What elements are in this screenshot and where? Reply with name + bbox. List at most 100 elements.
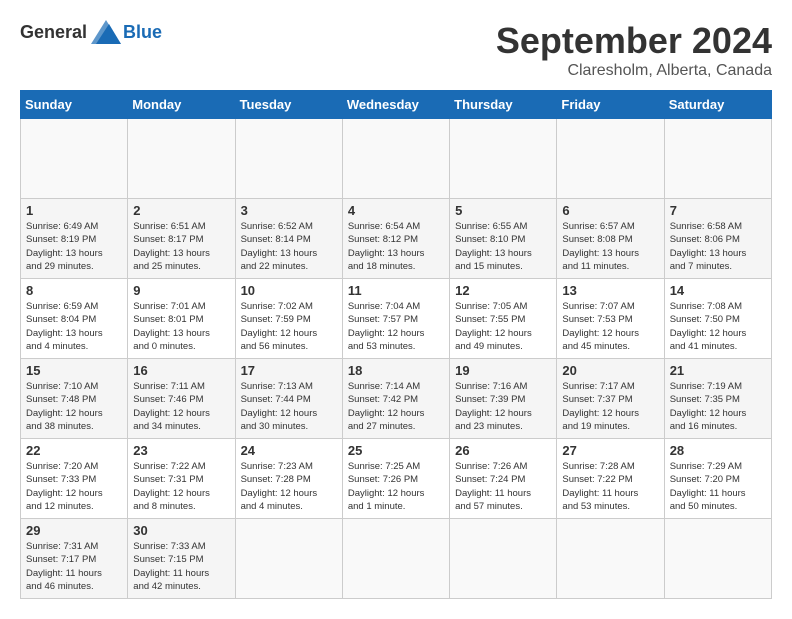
day-number: 10 <box>241 283 337 298</box>
day-info: Sunrise: 7:19 AM Sunset: 7:35 PM Dayligh… <box>670 380 766 433</box>
day-info: Sunrise: 7:28 AM Sunset: 7:22 PM Dayligh… <box>562 460 658 513</box>
day-cell: 11 Sunrise: 7:04 AM Sunset: 7:57 PM Dayli… <box>342 279 449 359</box>
day-number: 2 <box>133 203 229 218</box>
day-cell <box>557 519 664 599</box>
day-info: Sunrise: 6:58 AM Sunset: 8:06 PM Dayligh… <box>670 220 766 273</box>
day-info: Sunrise: 7:10 AM Sunset: 7:48 PM Dayligh… <box>26 380 122 433</box>
day-info: Sunrise: 6:54 AM Sunset: 8:12 PM Dayligh… <box>348 220 444 273</box>
col-header-monday: Monday <box>128 91 235 119</box>
day-number: 28 <box>670 443 766 458</box>
day-number: 5 <box>455 203 551 218</box>
day-number: 30 <box>133 523 229 538</box>
day-number: 14 <box>670 283 766 298</box>
day-cell: 23 Sunrise: 7:22 AM Sunset: 7:31 PM Dayli… <box>128 439 235 519</box>
col-header-tuesday: Tuesday <box>235 91 342 119</box>
day-cell <box>557 119 664 199</box>
day-number: 20 <box>562 363 658 378</box>
day-info: Sunrise: 7:29 AM Sunset: 7:20 PM Dayligh… <box>670 460 766 513</box>
logo-blue: Blue <box>123 22 162 43</box>
day-cell: 16 Sunrise: 7:11 AM Sunset: 7:46 PM Dayli… <box>128 359 235 439</box>
day-cell <box>450 519 557 599</box>
week-row: 29 Sunrise: 7:31 AM Sunset: 7:17 PM Dayli… <box>21 519 772 599</box>
day-info: Sunrise: 7:16 AM Sunset: 7:39 PM Dayligh… <box>455 380 551 433</box>
day-cell: 22Sunrise: 7:20 AM Sunset: 7:33 PM Dayli… <box>21 439 128 519</box>
month-title: September 2024 <box>496 20 772 62</box>
week-row: 15 Sunrise: 7:10 AM Sunset: 7:48 PM Dayli… <box>21 359 772 439</box>
day-number: 8 <box>26 283 122 298</box>
day-cell: 25 Sunrise: 7:25 AM Sunset: 7:26 PM Dayli… <box>342 439 449 519</box>
day-info: Sunrise: 6:49 AM Sunset: 8:19 PM Dayligh… <box>26 220 122 273</box>
day-info: Sunrise: 7:08 AM Sunset: 7:50 PM Dayligh… <box>670 300 766 353</box>
col-header-friday: Friday <box>557 91 664 119</box>
day-number: 13 <box>562 283 658 298</box>
day-info: Sunrise: 7:04 AM Sunset: 7:57 PM Dayligh… <box>348 300 444 353</box>
day-cell: 8 Sunrise: 6:59 AM Sunset: 8:04 PM Daylig… <box>21 279 128 359</box>
day-cell: 24 Sunrise: 7:23 AM Sunset: 7:28 PM Dayli… <box>235 439 342 519</box>
logo-icon <box>91 20 121 44</box>
day-number: 11 <box>348 283 444 298</box>
day-info: Sunrise: 6:57 AM Sunset: 8:08 PM Dayligh… <box>562 220 658 273</box>
day-number: 4 <box>348 203 444 218</box>
day-info: Sunrise: 7:14 AM Sunset: 7:42 PM Dayligh… <box>348 380 444 433</box>
day-cell: 9 Sunrise: 7:01 AM Sunset: 8:01 PM Daylig… <box>128 279 235 359</box>
day-cell: 30 Sunrise: 7:33 AM Sunset: 7:15 PM Dayli… <box>128 519 235 599</box>
day-number: 24 <box>241 443 337 458</box>
location-title: Claresholm, Alberta, Canada <box>496 62 772 80</box>
day-number: 18 <box>348 363 444 378</box>
day-info: Sunrise: 7:33 AM Sunset: 7:15 PM Dayligh… <box>133 540 229 593</box>
day-cell: 4 Sunrise: 6:54 AM Sunset: 8:12 PM Daylig… <box>342 199 449 279</box>
day-cell: 12Sunrise: 7:05 AM Sunset: 7:55 PM Dayli… <box>450 279 557 359</box>
calendar-table: SundayMondayTuesdayWednesdayThursdayFrid… <box>20 90 772 599</box>
day-number: 16 <box>133 363 229 378</box>
day-cell: 15 Sunrise: 7:10 AM Sunset: 7:48 PM Dayli… <box>21 359 128 439</box>
day-info: Sunrise: 7:26 AM Sunset: 7:24 PM Dayligh… <box>455 460 551 513</box>
day-info: Sunrise: 7:31 AM Sunset: 7:17 PM Dayligh… <box>26 540 122 593</box>
day-info: Sunrise: 6:51 AM Sunset: 8:17 PM Dayligh… <box>133 220 229 273</box>
day-cell <box>235 119 342 199</box>
day-cell <box>664 519 771 599</box>
day-number: 17 <box>241 363 337 378</box>
day-cell: 1Sunrise: 6:49 AM Sunset: 8:19 PM Daylig… <box>21 199 128 279</box>
day-cell: 27 Sunrise: 7:28 AM Sunset: 7:22 PM Dayli… <box>557 439 664 519</box>
day-cell: 3 Sunrise: 6:52 AM Sunset: 8:14 PM Daylig… <box>235 199 342 279</box>
day-cell: 29 Sunrise: 7:31 AM Sunset: 7:17 PM Dayli… <box>21 519 128 599</box>
day-cell: 19Sunrise: 7:16 AM Sunset: 7:39 PM Dayli… <box>450 359 557 439</box>
day-info: Sunrise: 6:59 AM Sunset: 8:04 PM Dayligh… <box>26 300 122 353</box>
day-number: 15 <box>26 363 122 378</box>
col-header-wednesday: Wednesday <box>342 91 449 119</box>
day-info: Sunrise: 6:55 AM Sunset: 8:10 PM Dayligh… <box>455 220 551 273</box>
day-cell: 21 Sunrise: 7:19 AM Sunset: 7:35 PM Dayli… <box>664 359 771 439</box>
logo: General Blue <box>20 20 162 44</box>
day-cell <box>21 119 128 199</box>
day-number: 25 <box>348 443 444 458</box>
day-info: Sunrise: 7:07 AM Sunset: 7:53 PM Dayligh… <box>562 300 658 353</box>
day-cell: 6Sunrise: 6:57 AM Sunset: 8:08 PM Daylig… <box>557 199 664 279</box>
day-number: 21 <box>670 363 766 378</box>
col-header-saturday: Saturday <box>664 91 771 119</box>
day-info: Sunrise: 7:11 AM Sunset: 7:46 PM Dayligh… <box>133 380 229 433</box>
day-cell: 13 Sunrise: 7:07 AM Sunset: 7:53 PM Dayli… <box>557 279 664 359</box>
day-number: 23 <box>133 443 229 458</box>
day-cell: 28 Sunrise: 7:29 AM Sunset: 7:20 PM Dayli… <box>664 439 771 519</box>
day-info: Sunrise: 7:23 AM Sunset: 7:28 PM Dayligh… <box>241 460 337 513</box>
day-number: 26 <box>455 443 551 458</box>
header: General Blue September 2024 Claresholm, … <box>20 20 772 80</box>
day-info: Sunrise: 7:22 AM Sunset: 7:31 PM Dayligh… <box>133 460 229 513</box>
day-number: 7 <box>670 203 766 218</box>
day-number: 9 <box>133 283 229 298</box>
day-info: Sunrise: 7:01 AM Sunset: 8:01 PM Dayligh… <box>133 300 229 353</box>
week-row: 1Sunrise: 6:49 AM Sunset: 8:19 PM Daylig… <box>21 199 772 279</box>
day-cell <box>342 119 449 199</box>
day-number: 29 <box>26 523 122 538</box>
col-header-sunday: Sunday <box>21 91 128 119</box>
day-cell: 2 Sunrise: 6:51 AM Sunset: 8:17 PM Daylig… <box>128 199 235 279</box>
day-info: Sunrise: 7:25 AM Sunset: 7:26 PM Dayligh… <box>348 460 444 513</box>
day-number: 3 <box>241 203 337 218</box>
day-cell: 18 Sunrise: 7:14 AM Sunset: 7:42 PM Dayli… <box>342 359 449 439</box>
day-cell: 14 Sunrise: 7:08 AM Sunset: 7:50 PM Dayli… <box>664 279 771 359</box>
day-cell: 26 Sunrise: 7:26 AM Sunset: 7:24 PM Dayli… <box>450 439 557 519</box>
day-info: Sunrise: 6:52 AM Sunset: 8:14 PM Dayligh… <box>241 220 337 273</box>
day-number: 12 <box>455 283 551 298</box>
day-number: 27 <box>562 443 658 458</box>
day-cell: 10Sunrise: 7:02 AM Sunset: 7:59 PM Dayli… <box>235 279 342 359</box>
